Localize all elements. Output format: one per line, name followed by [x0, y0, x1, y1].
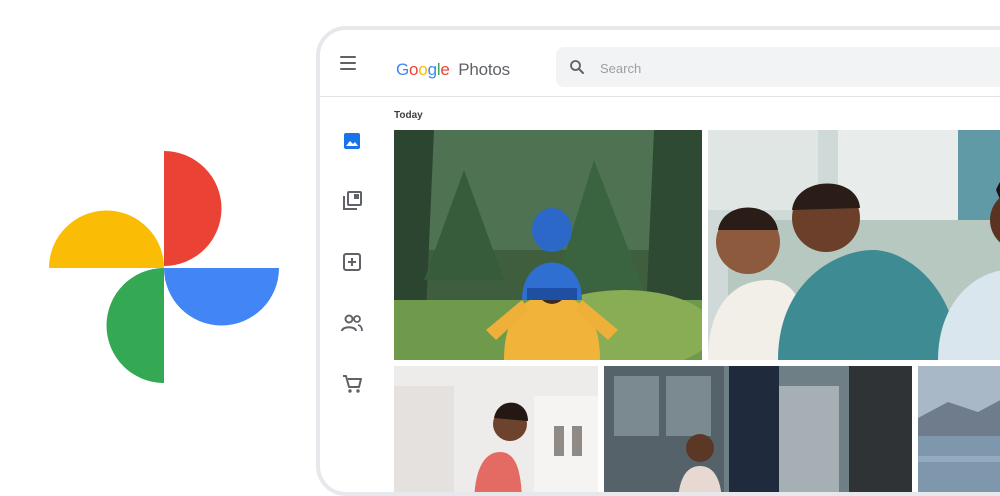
hamburger-line: [340, 68, 356, 70]
logo-yellow-petal: [49, 210, 164, 268]
main-menu-button[interactable]: [340, 56, 356, 70]
photo-child-in-kitchen[interactable]: [604, 366, 912, 492]
brand-letter: G: [396, 60, 410, 79]
albums-icon: [343, 191, 362, 210]
sidebar-item-photos[interactable]: [340, 129, 364, 153]
top-app-bar: Google Photos: [320, 30, 1000, 97]
photo-woman-at-counter[interactable]: [394, 366, 598, 492]
photo-lake-mountains[interactable]: [918, 366, 1000, 492]
section-title-today: Today: [394, 110, 423, 121]
photos-icon: [344, 133, 360, 149]
sidebar-item-utilities[interactable]: [340, 250, 364, 274]
photo-family-laughing-couch[interactable]: [708, 130, 1000, 360]
brand-letter: o: [409, 60, 419, 79]
brand-letter: g: [427, 60, 437, 79]
sidebar-item-sharing[interactable]: [340, 311, 364, 335]
brand-letter: o: [418, 60, 428, 79]
sidebar: [320, 97, 384, 492]
search-input[interactable]: [598, 57, 902, 79]
logo-blue-petal: [164, 268, 279, 326]
hamburger-line: [340, 62, 356, 64]
search-icon: [570, 60, 584, 74]
tablet-frame: Google Photos Search Today: [316, 26, 1000, 496]
shopping-cart-icon: [343, 375, 362, 393]
app-brand[interactable]: Google Photos: [396, 60, 510, 80]
google-photos-logo-icon: [49, 151, 279, 383]
hamburger-icon: [340, 56, 356, 58]
sidebar-item-albums[interactable]: [340, 189, 364, 213]
sidebar-item-print-store[interactable]: [340, 372, 364, 396]
search-bar[interactable]: [556, 47, 1000, 87]
brand-letter: e: [440, 60, 450, 79]
add-to-library-icon: [343, 253, 361, 271]
logo-green-petal: [106, 268, 164, 383]
photo-hiker-child-forest[interactable]: [394, 130, 702, 360]
product-name: Photos: [458, 60, 510, 79]
logo-red-petal: [164, 151, 222, 266]
sharing-icon: [341, 314, 363, 332]
google-wordmark: Google: [396, 60, 454, 79]
